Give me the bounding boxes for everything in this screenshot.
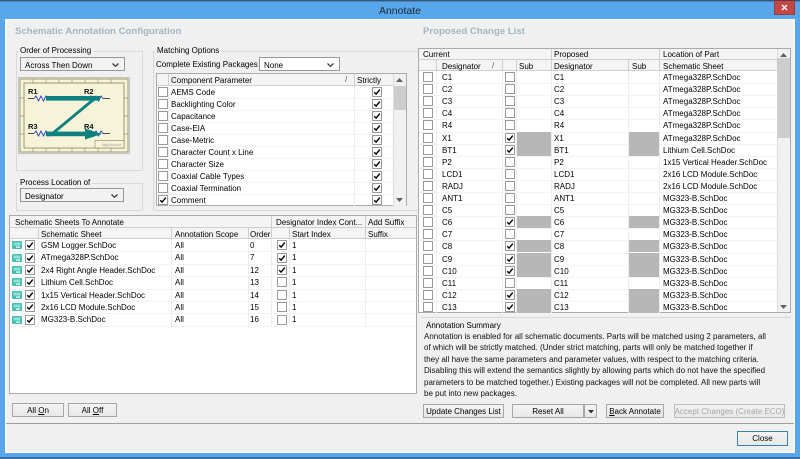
svg-text:R3: R3 <box>28 122 38 131</box>
svg-text:R4: R4 <box>84 122 94 131</box>
svg-text:NgtUnut.sch: NgtUnut.sch <box>102 143 121 147</box>
svg-text:R2: R2 <box>84 87 94 96</box>
svg-text:R1: R1 <box>28 87 38 96</box>
